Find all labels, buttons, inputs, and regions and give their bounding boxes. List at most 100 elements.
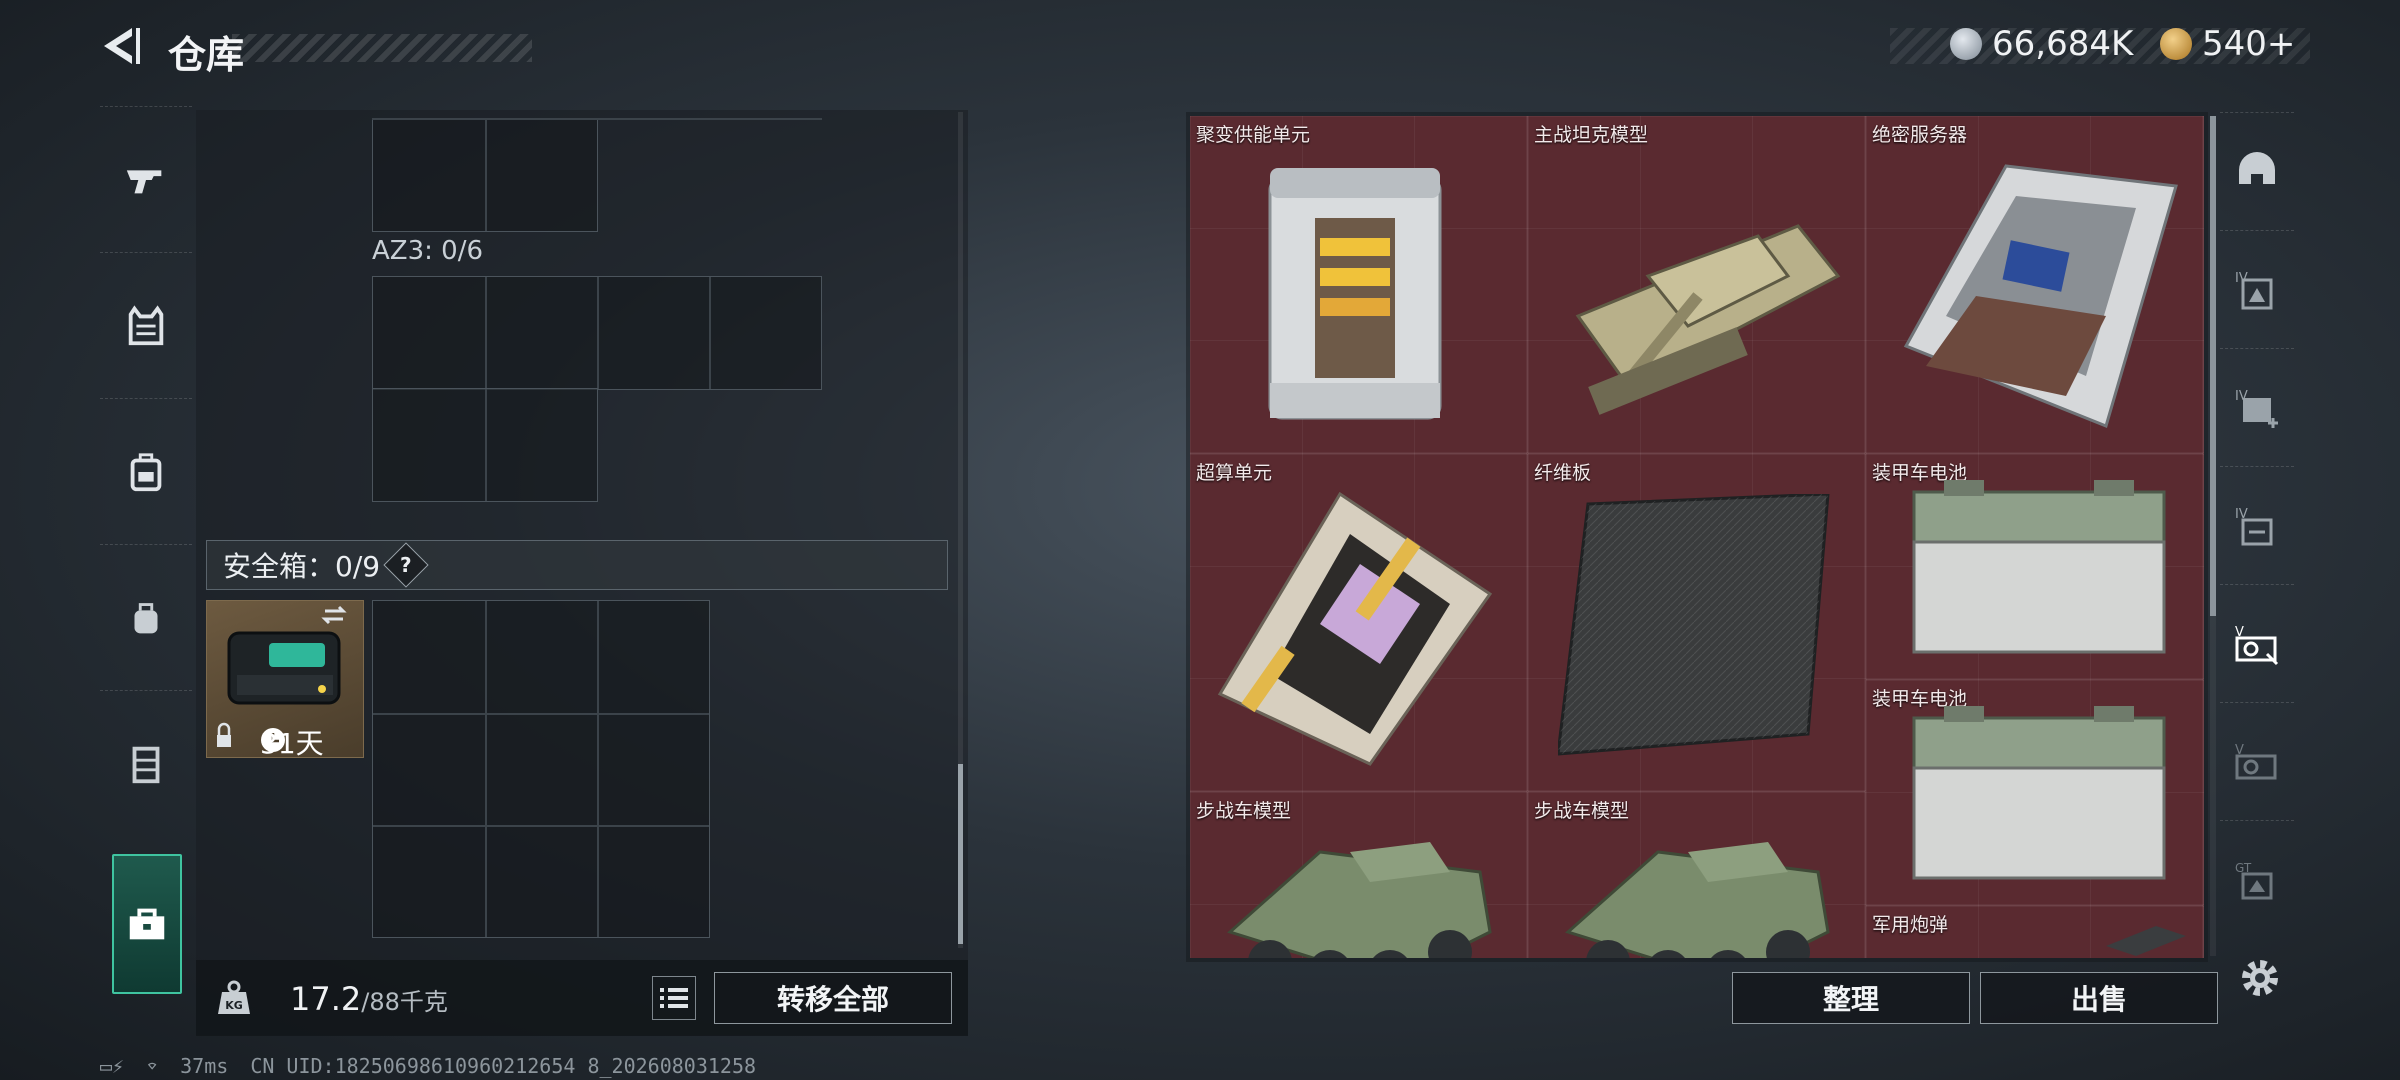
item-slot[interactable]: 步战车模型 — [1528, 792, 1866, 958]
weight-current: 17.2 — [290, 980, 362, 1018]
vest-icon — [128, 304, 164, 345]
helmet-icon — [2239, 151, 2275, 184]
item-name: 纤维板 — [1534, 462, 1592, 484]
weight-max: /88千克 — [361, 988, 448, 1016]
safebox-capacity-label: 安全箱：0/9 — [223, 550, 381, 583]
backpack-icon — [130, 452, 162, 491]
item-slot[interactable]: 聚变供能单元 — [1190, 116, 1528, 454]
item-name: 主战坦克模型 — [1534, 124, 1649, 146]
ping-value: 37ms — [180, 1054, 229, 1078]
grid-divider — [485, 119, 487, 231]
rail-item-bag[interactable] — [100, 544, 192, 690]
help-icon[interactable]: ? — [383, 542, 429, 588]
armor-iv-icon: IV — [2235, 271, 2273, 309]
grid-divider — [597, 277, 599, 389]
server-icon — [1903, 164, 2178, 429]
item-slot[interactable]: 军用炮弹 — [1866, 906, 2204, 958]
stash-scroll-thumb[interactable] — [2210, 116, 2216, 616]
right-filter-rail: IV IV IV V V GT — [2220, 112, 2294, 962]
safebox-header: 安全箱：0/9 ? — [206, 540, 948, 590]
ifv-model-icon — [1565, 842, 1830, 958]
svg-text:KG: KG — [225, 999, 243, 1012]
grid-divider — [373, 713, 709, 715]
armor-gt-icon: GT — [2235, 861, 2273, 899]
safebox-icon — [129, 908, 165, 940]
filter-armor-v[interactable]: V — [2220, 702, 2294, 820]
transfer-all-button[interactable]: 转移全部 — [714, 972, 952, 1024]
grid-divider — [485, 601, 487, 937]
gun-icon — [126, 169, 162, 193]
left-category-rail — [100, 106, 192, 1006]
safebox-grid[interactable] — [372, 600, 710, 938]
rail-item-safebox[interactable] — [112, 854, 182, 994]
item-slot[interactable]: 装甲车电池 — [1866, 680, 2204, 906]
rail-item-vest[interactable] — [100, 252, 192, 398]
gold-coin-icon — [2160, 28, 2192, 60]
list-view-button[interactable] — [652, 976, 696, 1020]
title-decoration — [232, 34, 532, 62]
armor-iv-plus-icon: IV — [2235, 389, 2278, 428]
az3-grid-row2[interactable] — [372, 388, 598, 502]
filter-armor-iv[interactable]: IV — [2220, 230, 2294, 348]
chest-rig-icon — [132, 746, 160, 783]
artillery-shell-icon — [2106, 926, 2186, 956]
currency-a-value: 66,684K — [1992, 24, 2134, 64]
help-icon-glyph: ? — [400, 552, 412, 577]
item-name: 军用炮弹 — [1872, 914, 1949, 936]
rail-item-backpack[interactable] — [100, 398, 192, 544]
filter-armor-iv-box[interactable]: IV — [2220, 466, 2294, 584]
armor-iv-box-icon: IV — [2235, 507, 2273, 545]
armored-battery-icon — [1912, 706, 2166, 880]
swap-icon — [321, 605, 347, 625]
supercomputing-unit-icon — [1217, 491, 1493, 766]
grid-divider — [597, 601, 599, 937]
grid-divider — [373, 825, 709, 827]
grid-divider — [709, 277, 711, 389]
uid-text: CN UID:18250698610960212654 8_2026080312… — [250, 1054, 757, 1078]
silver-coin-icon — [1950, 28, 1982, 60]
weight-value: 17.2/88千克 — [290, 980, 448, 1018]
az3-capacity-label: AZ3: 0/6 — [372, 236, 484, 266]
weight-icon: KG — [218, 980, 250, 1014]
back-arrow-icon[interactable] — [96, 22, 144, 70]
rail-item-chest-rig[interactable] — [100, 690, 192, 836]
currency-a[interactable]: 66,684K — [1950, 22, 2133, 66]
sell-button[interactable]: 出售 — [1980, 972, 2218, 1024]
az3-grid-row1[interactable] — [372, 276, 822, 390]
bag-icon — [134, 602, 158, 633]
filter-armor-v-vision[interactable]: V — [2220, 584, 2294, 702]
grid-divider — [485, 389, 487, 501]
filter-armor-iv-plus[interactable]: IV — [2220, 348, 2294, 466]
item-slot[interactable]: 主战坦克模型 — [1528, 116, 1866, 454]
grid-divider — [485, 277, 487, 389]
safebox-duration: 31天 — [260, 727, 324, 760]
item-name: 绝密服务器 — [1872, 124, 1968, 146]
fusion-power-unit-icon — [1268, 168, 1442, 420]
list-icon — [660, 988, 688, 1008]
status-footer: ▭⚡ ⌔ 37ms CN UID:18250698610960212654 8_… — [100, 1054, 756, 1078]
item-slot[interactable]: 步战车模型 — [1190, 792, 1528, 958]
currency-b[interactable]: 540+ — [2160, 22, 2295, 66]
armor-v-vision-icon: V — [2235, 625, 2279, 665]
tank-model-icon — [1575, 224, 1841, 415]
grid-divider — [372, 118, 822, 120]
stash-item-grid: 聚变供能单元 主战坦克模型 绝密服务器 超算单元 纤维板 装甲车电池 装甲车电池… — [1190, 116, 2204, 958]
fiber-board-icon — [1558, 494, 1830, 756]
filter-armor-gt[interactable]: GT — [2220, 820, 2294, 938]
currency-b-value: 540+ — [2202, 24, 2296, 64]
item-slot[interactable]: 装甲车电池 — [1866, 454, 2204, 680]
gear-icon[interactable] — [2236, 954, 2284, 1002]
sort-button[interactable]: 整理 — [1732, 972, 1970, 1024]
item-slot[interactable]: 纤维板 — [1528, 454, 1866, 792]
rail-item-weapons[interactable] — [100, 106, 192, 252]
item-slot[interactable]: 绝密服务器 — [1866, 116, 2204, 454]
item-slot[interactable]: 超算单元 — [1190, 454, 1528, 792]
armor-v-icon: V — [2235, 743, 2277, 779]
inventory-scroll-thumb[interactable] — [958, 764, 963, 944]
wifi-icon: ⌔ — [146, 1054, 159, 1078]
filter-helmet[interactable] — [2220, 112, 2294, 230]
container-grid-top[interactable] — [372, 118, 598, 232]
armored-battery-icon — [1912, 480, 2166, 654]
ifv-model-icon — [1227, 842, 1492, 958]
battery-icon: ▭⚡ — [100, 1054, 125, 1078]
